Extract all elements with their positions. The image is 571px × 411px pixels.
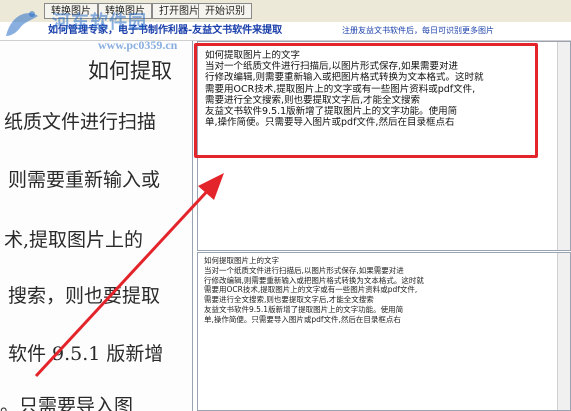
watermark-url: www.pc0359.cn	[98, 38, 178, 52]
arrow-icon	[34, 173, 224, 378]
watermark-logo-icon	[6, 11, 38, 36]
watermark-title: 河东软件园	[52, 12, 147, 33]
